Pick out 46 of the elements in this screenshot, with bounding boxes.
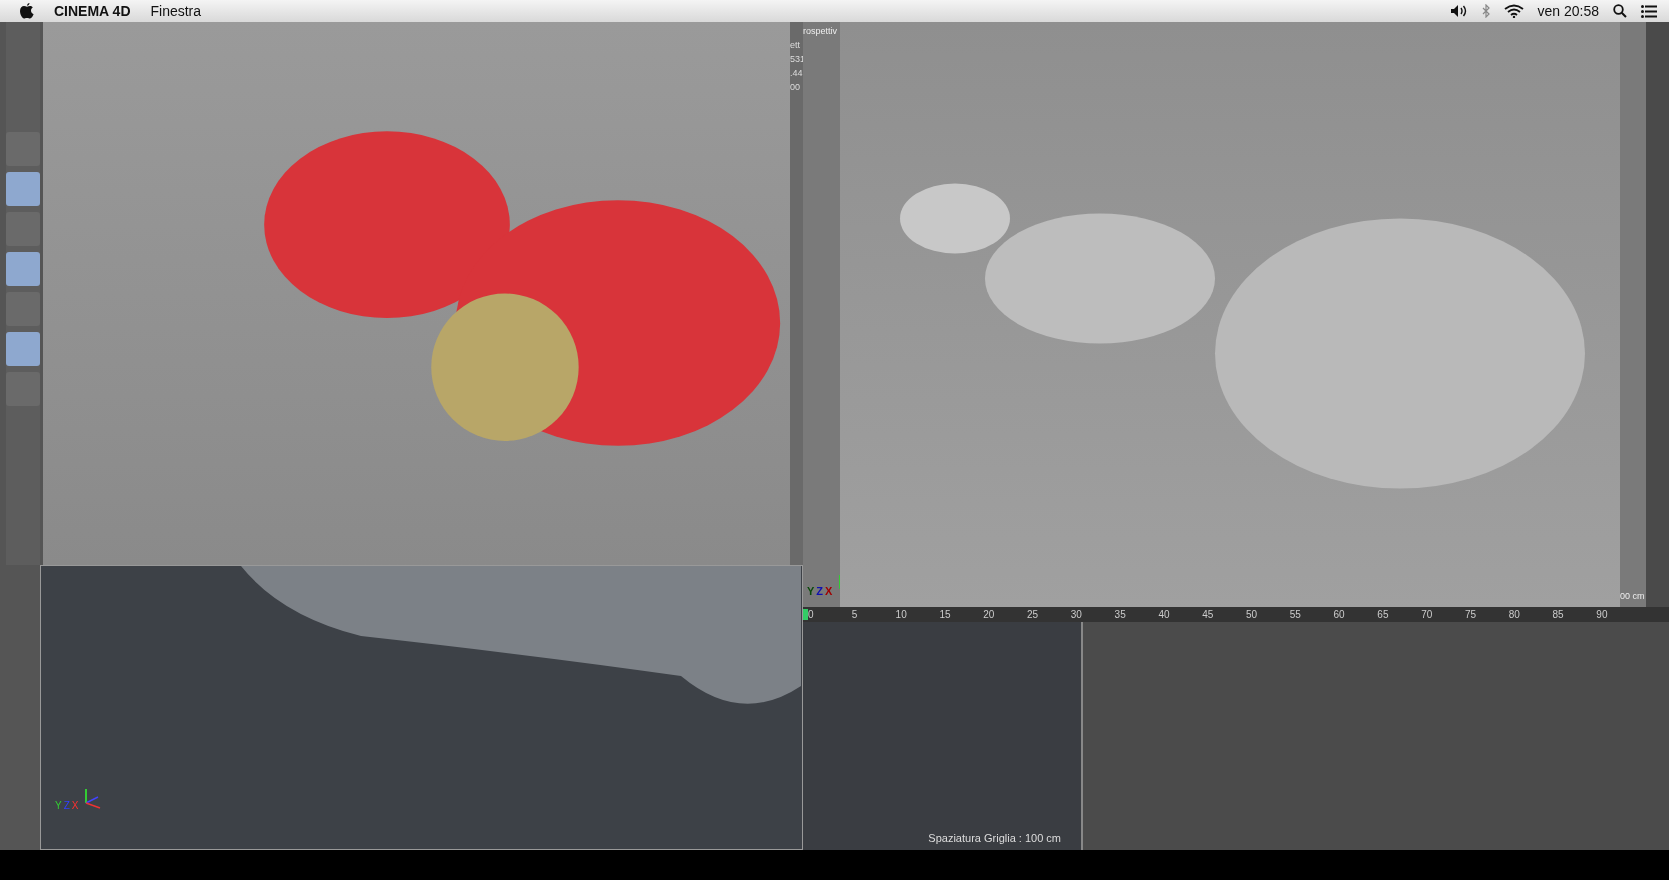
frame-number: 80 (1508, 609, 1521, 620)
volume-icon[interactable] (1449, 4, 1468, 18)
frame-number: 65 (1377, 609, 1390, 620)
viewport-value: ett (790, 40, 801, 50)
frame-number: 85 (1552, 609, 1565, 620)
frame-number: 15 (939, 609, 952, 620)
axis-label: Y (55, 800, 62, 811)
wifi-icon[interactable] (1503, 4, 1524, 18)
frame-number: 70 (1421, 609, 1434, 620)
bluetooth-icon[interactable] (1481, 4, 1490, 18)
app-menu[interactable]: CINEMA 4D (54, 3, 131, 19)
timeline-ruler[interactable]: 0 5 10 15 20 25 30 35 40 45 50 55 60 65 70 75 80 85 90 (803, 607, 1669, 622)
grid-spacing-label: Spaziatura Griglia : 100 cm (928, 832, 1061, 844)
frame-number: 60 (1333, 609, 1346, 620)
tool-button[interactable] (6, 172, 40, 206)
viewport-value: .44 (790, 68, 803, 78)
frame-number: 40 (1158, 609, 1171, 620)
frame-number: 20 (983, 609, 996, 620)
grid-size-label: 00 cm (1620, 591, 1646, 601)
frame-number: 5 (851, 609, 859, 620)
frame-number: 10 (895, 609, 908, 620)
frame-number: 25 (1027, 609, 1040, 620)
frame-number: 30 (1070, 609, 1083, 620)
menu-item[interactable]: Finestra (150, 3, 202, 19)
frame-number: 55 (1289, 609, 1302, 620)
tool-button[interactable] (6, 332, 40, 366)
list-icon[interactable] (1641, 4, 1657, 18)
clock-text[interactable]: ven 20:58 (1537, 3, 1599, 19)
viewport-title: rospettiv (803, 26, 838, 36)
viewport-value: 531 (790, 54, 803, 64)
axis-label: Z (63, 800, 70, 811)
frame-number: 45 (1202, 609, 1215, 620)
axis-label: X (71, 800, 79, 811)
search-icon[interactable] (1613, 4, 1627, 18)
axis-label: X (825, 585, 833, 597)
apple-icon[interactable] (20, 3, 34, 19)
frame-number: 90 (1596, 609, 1609, 620)
frame-number: 75 (1464, 609, 1478, 620)
frame-number: 50 (1245, 609, 1259, 620)
tool-button[interactable] (6, 252, 40, 286)
playhead-marker[interactable] (803, 609, 808, 620)
frame-number: 0 (808, 609, 815, 620)
viewport-value: 00 (790, 82, 801, 92)
axis-label: Z (816, 585, 824, 597)
axis-label: Y (807, 585, 815, 597)
frame-number: 35 (1114, 609, 1127, 620)
